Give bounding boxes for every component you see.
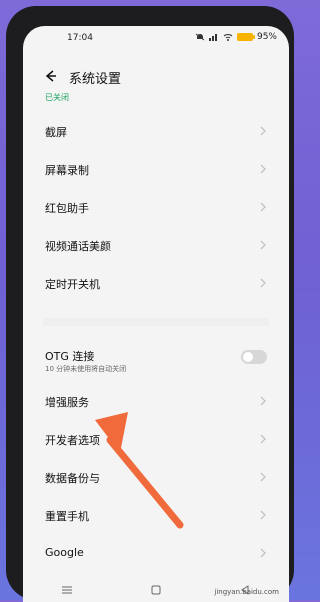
otg-label: OTG 连接 — [45, 350, 95, 363]
wifi-icon — [223, 33, 233, 41]
signal-icon — [208, 33, 219, 41]
otg-row[interactable]: OTG 连接 10 分钟未使用将自动关闭 — [23, 338, 289, 382]
status-time: 17:04 — [67, 33, 93, 43]
settings-row[interactable]: 数据备份与 — [23, 460, 289, 494]
chevron-right-icon — [260, 548, 266, 558]
settings-row[interactable]: 屏幕录制 — [23, 152, 289, 186]
watermark: jingyan.baidu.com — [214, 588, 279, 596]
status-icons: 95% — [195, 32, 277, 42]
page-title: 系统设置 — [69, 72, 122, 87]
chevron-right-icon — [260, 472, 266, 482]
settings-row[interactable]: 截屏 — [23, 114, 289, 148]
battery-icon — [236, 33, 255, 41]
settings-row-label: 红包助手 — [45, 202, 89, 215]
chevron-right-icon — [260, 240, 266, 250]
chevron-right-icon — [260, 510, 266, 520]
menu-icon[interactable] — [60, 584, 74, 596]
bell-off-icon — [195, 33, 205, 41]
status-closed-text: 已关闭 — [45, 93, 69, 102]
settings-row[interactable]: 增强服务 — [23, 384, 289, 418]
home-icon[interactable] — [149, 584, 163, 596]
otg-subtitle: 10 分钟未使用将自动关闭 — [45, 365, 127, 373]
chevron-right-icon — [260, 278, 266, 288]
settings-row[interactable]: 定时开关机 — [23, 266, 289, 300]
section-divider — [43, 318, 269, 326]
settings-row-label: 重置手机 — [45, 510, 89, 523]
settings-row-label: 开发者选项 — [45, 434, 100, 447]
top-nav: 系统设置 — [23, 58, 289, 92]
settings-row[interactable]: Google — [23, 536, 289, 570]
toggle-knob — [243, 352, 253, 362]
settings-row-label: 视频通话美颜 — [45, 240, 111, 253]
settings-row-label: 屏幕录制 — [45, 164, 89, 177]
settings-row[interactable]: 红包助手 — [23, 190, 289, 224]
chevron-right-icon — [260, 126, 266, 136]
chevron-right-icon — [260, 202, 266, 212]
phone-frame: 17:04 95% 系统设置 已关闭 截屏 屏幕录制 红包助手 视频通话美颜 定… — [6, 6, 294, 602]
status-bar: 17:04 95% — [23, 26, 289, 50]
settings-row[interactable]: 视频通话美颜 — [23, 228, 289, 262]
settings-row-label: 截屏 — [45, 126, 67, 139]
chevron-right-icon — [260, 434, 266, 444]
otg-toggle[interactable] — [241, 350, 267, 364]
battery-text: 95% — [256, 32, 277, 42]
settings-row-label: 增强服务 — [45, 396, 89, 409]
back-arrow-icon[interactable] — [43, 68, 57, 82]
chevron-right-icon — [260, 396, 266, 406]
settings-row-label: 数据备份与 — [45, 472, 100, 485]
settings-row[interactable]: 开发者选项 — [23, 422, 289, 456]
settings-row[interactable]: 重置手机 — [23, 498, 289, 532]
settings-row-label: 定时开关机 — [45, 278, 100, 291]
screen: 17:04 95% 系统设置 已关闭 截屏 屏幕录制 红包助手 视频通话美颜 定… — [23, 26, 289, 602]
settings-row-label: Google — [45, 546, 84, 559]
chevron-right-icon — [260, 164, 266, 174]
